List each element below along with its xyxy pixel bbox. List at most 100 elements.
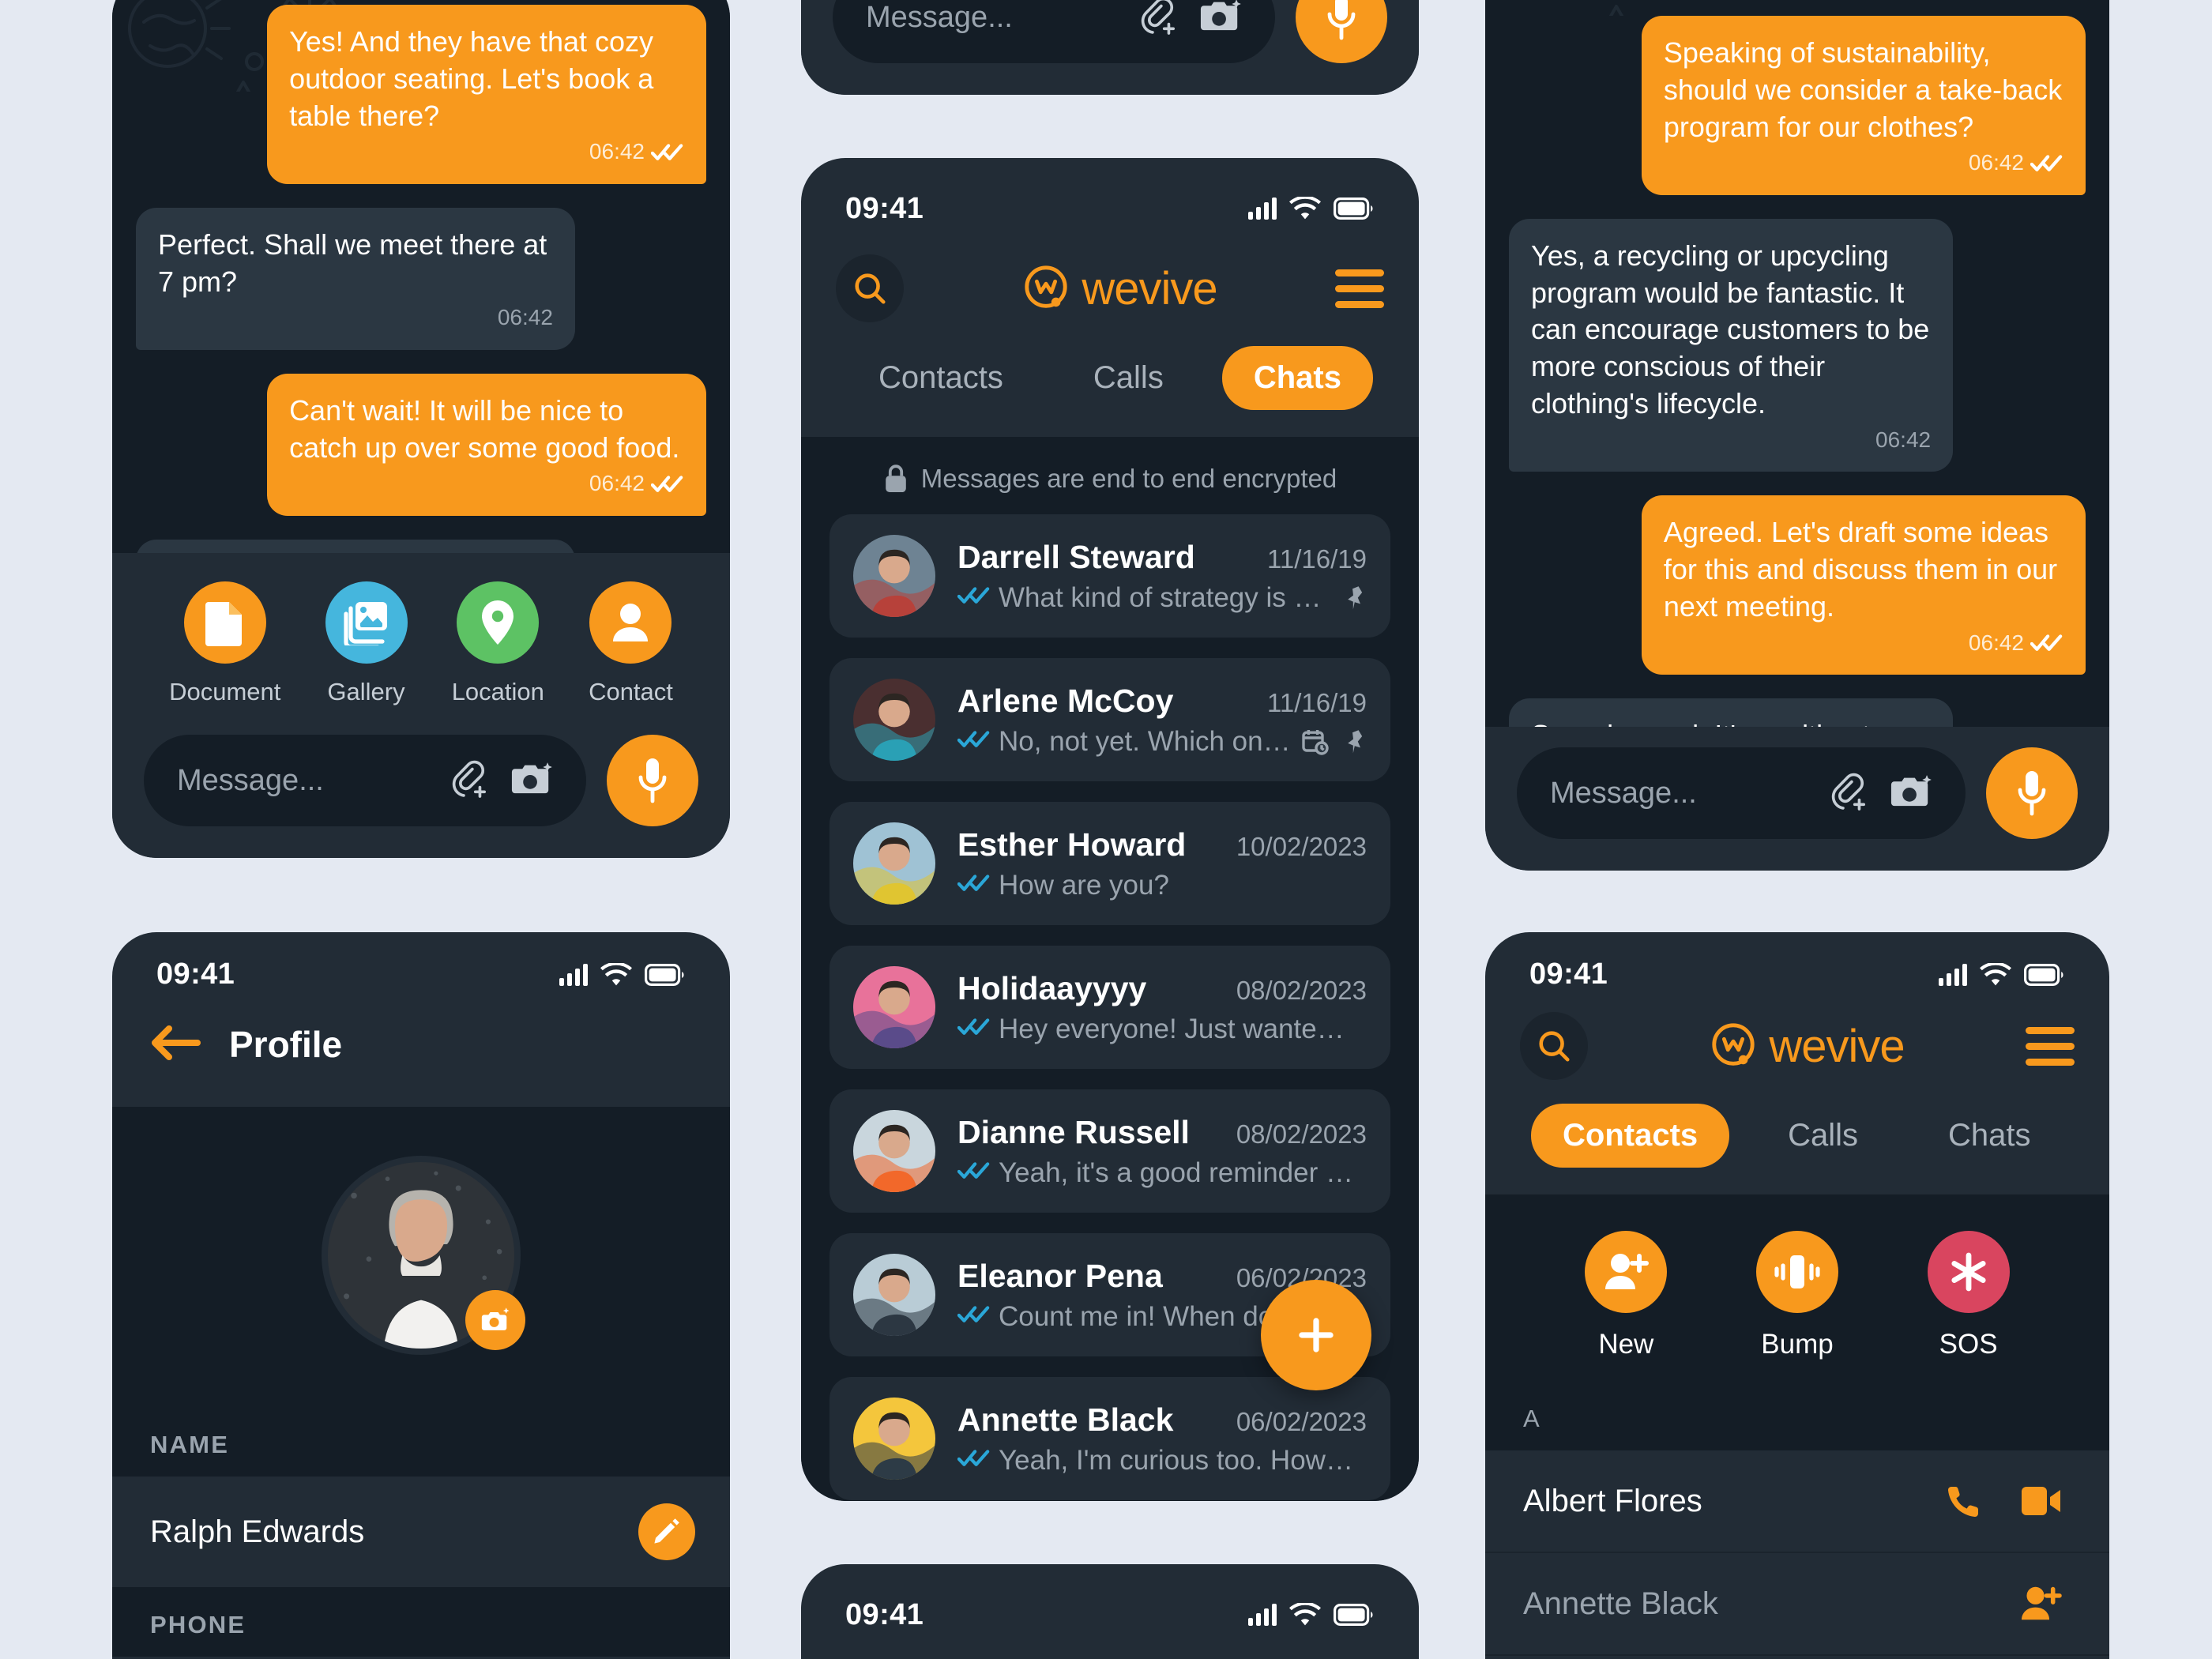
tab-bar-contacts: Contacts Calls Chats (1485, 1080, 2109, 1194)
menu-button[interactable] (1334, 269, 1384, 308)
chat-row-badges (1343, 585, 1367, 611)
tab-contacts[interactable]: Contacts (847, 346, 1035, 410)
contact-name: Annette Black (1523, 1586, 1718, 1621)
attachment-option-document[interactable]: Document (169, 581, 280, 706)
read-receipt-ticks-icon (651, 143, 683, 160)
status-icons (1939, 962, 2065, 987)
chat-list-item[interactable]: Annette Black 06/02/2023 Yeah, I'm curio… (830, 1377, 1390, 1500)
chat-timestamp: 08/02/2023 (1236, 1119, 1367, 1149)
message-meta: 06:42 (289, 469, 684, 498)
chat-preview-text: Yeah, I'm curious too. How close... (999, 1444, 1359, 1476)
new-chat-fab[interactable] (1261, 1280, 1371, 1390)
search-button[interactable] (1520, 1012, 1588, 1080)
document-icon (183, 581, 266, 664)
message-meta: 06:42 (1531, 426, 1931, 454)
change-photo-button[interactable] (465, 1290, 525, 1350)
tab-chats[interactable]: Chats (1221, 346, 1373, 410)
attach-clip-icon[interactable] (1831, 771, 1868, 816)
add-person-icon[interactable] (2019, 1585, 2062, 1623)
contact-name: Albert Flores (1523, 1483, 1702, 1518)
read-receipt-ticks-icon (957, 1162, 990, 1179)
chat-list-item[interactable]: Esther Howard 10/02/2023 How are you? (830, 802, 1390, 925)
contact-row[interactable]: Albert Flores (1485, 1450, 2109, 1553)
wifi-icon (1289, 197, 1321, 220)
tab-calls[interactable]: Calls (1756, 1104, 1890, 1168)
pencil-icon (654, 1518, 679, 1544)
chat-list-item[interactable]: Dianne Russell 08/02/2023 Yeah, it's a g… (830, 1089, 1390, 1213)
attach-clip-icon[interactable] (452, 758, 488, 803)
quick-actions: New Bump SOS (1485, 1194, 2109, 1384)
location-pin-icon (457, 581, 540, 664)
chat-list-item[interactable]: Arlene McCoy 11/16/19 No, not yet. Which… (830, 658, 1390, 781)
message-input[interactable]: Message... (144, 735, 586, 826)
wifi-icon (600, 962, 632, 987)
quick-action-bump[interactable]: Bump (1755, 1231, 1838, 1360)
message-bubble[interactable]: Speaking of sustainability, should we co… (1641, 16, 2086, 195)
contact-row[interactable]: Arlene McCoy (1485, 1656, 2109, 1659)
tab-chats[interactable]: Chats (1917, 1104, 2063, 1168)
avatar[interactable] (322, 1156, 525, 1355)
attachment-label: Document (169, 678, 281, 705)
attach-clip-icon[interactable] (1141, 0, 1177, 40)
voice-record-button[interactable] (1296, 0, 1387, 63)
status-time: 09:41 (845, 191, 924, 225)
chat-preview-text: How are you? (999, 869, 1169, 901)
message-bubble[interactable]: Yes, a recycling or upcycling program wo… (1509, 218, 1954, 472)
message-bubble[interactable]: Yes! And they have that cozy outdoor sea… (267, 5, 706, 184)
attachment-option-location[interactable]: Location (452, 581, 544, 706)
status-bar: 09:41 (801, 158, 1419, 234)
contact-row[interactable]: Annette Black (1485, 1553, 2109, 1656)
chat-contact-name: Annette Black (957, 1401, 1174, 1438)
message-bubble[interactable]: Definitely. It's a date then. See you at… (136, 539, 575, 553)
message-input-sliver[interactable]: Message... (833, 0, 1275, 63)
brand-logo: wevive (1709, 1020, 1905, 1073)
chat-row-badges (1302, 728, 1367, 755)
voice-record-button[interactable] (607, 735, 698, 826)
tab-calls[interactable]: Calls (1062, 346, 1195, 410)
video-icon[interactable] (2021, 1485, 2062, 1517)
camera-icon[interactable] (1890, 773, 1932, 814)
message-bubble[interactable]: Can't wait! It will be nice to catch up … (267, 373, 706, 516)
search-button[interactable] (836, 254, 904, 322)
phone-chat-dinner: Yes! And they have that cozy outdoor sea… (112, 0, 730, 858)
chat-list-item[interactable]: Holidaayyyy 08/02/2023 Hey everyone! Jus… (830, 946, 1390, 1069)
avatar (853, 822, 935, 905)
plus-icon (1299, 1318, 1334, 1352)
voice-record-button[interactable] (1986, 747, 2078, 839)
attachment-option-contact[interactable]: Contact (589, 581, 673, 706)
quick-action-new[interactable]: New (1585, 1231, 1668, 1360)
search-icon (855, 273, 886, 304)
message-bubble[interactable]: Agreed. Let's draft some ideas for this … (1641, 495, 2086, 675)
read-receipt-ticks-icon (957, 587, 990, 604)
camera-plus-icon (481, 1307, 510, 1330)
edit-button[interactable] (638, 1503, 695, 1560)
camera-icon[interactable] (510, 760, 553, 802)
field-row-name[interactable]: Ralph Edwards (112, 1477, 730, 1587)
quick-action-sos[interactable]: SOS (1927, 1231, 2010, 1360)
chat-contact-name: Holidaayyyy (957, 969, 1147, 1006)
message-text: Yes, a recycling or upcycling program wo… (1531, 239, 1930, 419)
hamburger-icon-line (2025, 1058, 2075, 1066)
back-button[interactable] (150, 1024, 201, 1066)
status-bar: 09:41 (112, 932, 730, 991)
message-bubble[interactable]: Sounds good. It's exciting to see our bu… (1509, 698, 1954, 727)
tab-contacts[interactable]: Contacts (1531, 1104, 1730, 1168)
profile-header: Profile (112, 991, 730, 1107)
attachment-option-gallery[interactable]: Gallery (325, 581, 408, 706)
message-bubble[interactable]: Perfect. Shall we meet there at 7 pm? 06… (136, 207, 575, 350)
brand-name: wevive (1082, 262, 1217, 314)
read-receipt (957, 1017, 991, 1041)
battery-icon (1334, 1604, 1375, 1626)
chat-list-item[interactable]: Darrell Steward 11/16/19 What kind of st… (830, 514, 1390, 638)
message-time: 06:42 (589, 471, 645, 496)
phone-contacts: 09:41 wevive Contacts Calls Chats New Bu… (1485, 932, 2109, 1659)
chat-timestamp: 08/02/2023 (1236, 975, 1367, 1005)
message-time: 06:42 (589, 139, 645, 164)
encryption-notice: Messages are end to end encrypted (830, 437, 1390, 514)
phone-icon[interactable] (1945, 1482, 1983, 1520)
avatar (853, 1110, 935, 1192)
message-input[interactable]: Message... (1517, 747, 1966, 839)
menu-button[interactable] (2025, 1026, 2075, 1066)
phone-chats-list: 09:41 wevive Contacts Calls Chats Messag… (801, 158, 1419, 1501)
camera-icon[interactable] (1199, 0, 1242, 39)
